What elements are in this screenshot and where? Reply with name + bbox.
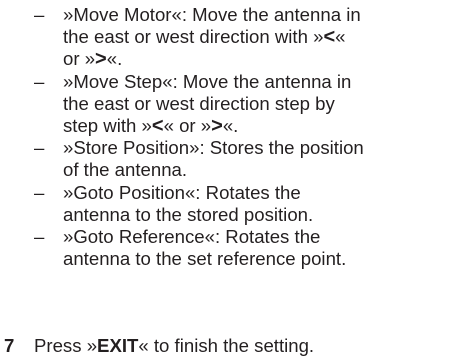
item-text: or » bbox=[63, 48, 96, 70]
left-arrow-key-icon: < bbox=[151, 115, 164, 138]
step-text: Press »EXIT« to finish the setting. bbox=[34, 335, 314, 357]
list-dash: – bbox=[34, 226, 45, 248]
step-text-end: « to finish the setting. bbox=[138, 335, 315, 356]
list-dash: – bbox=[34, 181, 45, 203]
item-text: antenna to the stored position. bbox=[63, 203, 314, 225]
item-text: »Goto Position«: Rotates the bbox=[63, 181, 301, 203]
list-item-store-position: – »Store Position»: Stores the position … bbox=[34, 137, 459, 181]
item-text: »Move Motor«: Move the antenna in bbox=[63, 4, 361, 25]
list-item-move-step: – »Move Step«: Move the antenna in the e… bbox=[34, 71, 459, 138]
step-number: 7 bbox=[4, 335, 15, 356]
list-dash: – bbox=[34, 70, 45, 92]
item-text: »Move Step«: Move the antenna in bbox=[63, 70, 352, 92]
item-text: of the antenna. bbox=[63, 159, 188, 181]
item-text: step with » bbox=[63, 115, 152, 137]
list-item-goto-reference: – »Goto Reference«: Rotates the antenna … bbox=[34, 226, 459, 270]
item-text: the east or west direction with » bbox=[63, 26, 324, 48]
right-arrow-key-icon: > bbox=[211, 115, 223, 138]
item-text: « or » bbox=[163, 115, 212, 137]
item-text: «. bbox=[106, 48, 123, 70]
list-dash: – bbox=[34, 4, 45, 25]
list-item-goto-position: – »Goto Position«: Rotates the antenna t… bbox=[34, 182, 459, 226]
step-text-start: Press » bbox=[34, 335, 98, 356]
list-item-move-motor: – »Move Motor«: Move the antenna in the … bbox=[34, 4, 459, 71]
item-text: »Store Position»: Stores the position bbox=[63, 137, 364, 159]
item-text: »Goto Reference«: Rotates the bbox=[63, 226, 321, 248]
left-arrow-key-icon: < bbox=[323, 26, 336, 49]
item-text: antenna to the set reference point. bbox=[63, 248, 347, 270]
item-text: « bbox=[335, 26, 346, 48]
right-arrow-key-icon: > bbox=[95, 48, 107, 71]
item-text: «. bbox=[222, 115, 239, 137]
list-dash: – bbox=[34, 137, 45, 159]
manual-page: – »Move Motor«: Move the antenna in the … bbox=[0, 0, 465, 362]
menu-options-list: – »Move Motor«: Move the antenna in the … bbox=[34, 4, 459, 270]
exit-key-label: EXIT bbox=[97, 335, 139, 356]
item-text: the east or west direction step by bbox=[63, 92, 335, 114]
